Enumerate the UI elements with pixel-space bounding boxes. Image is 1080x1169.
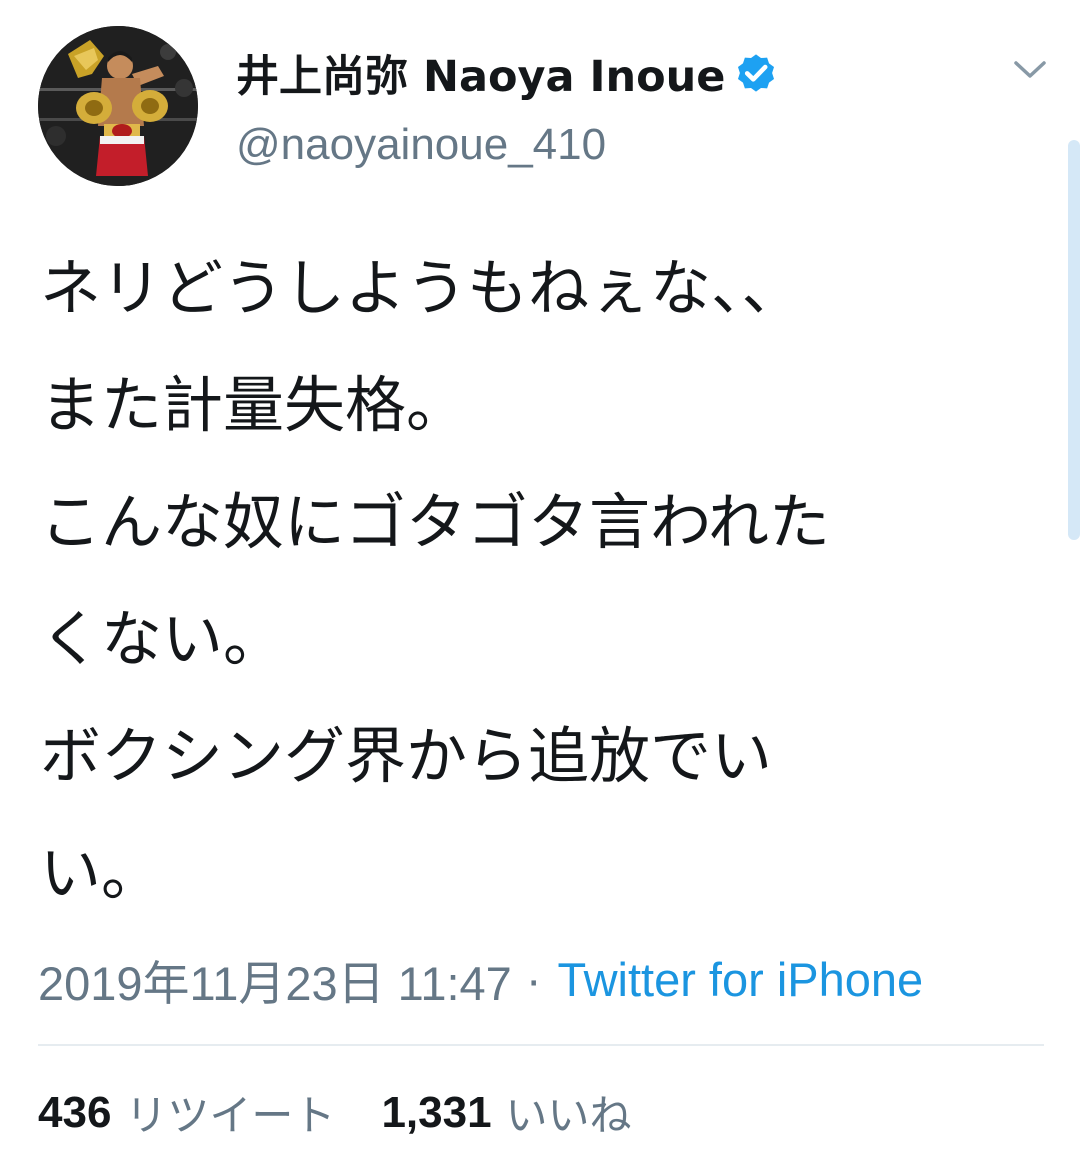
tweet-text-line: くない。 — [40, 604, 285, 675]
tweet-stats: 436 リツイート 1,331 いいね — [38, 1082, 632, 1143]
tweet-text-line: また計量失格。 — [40, 370, 468, 441]
tweet-source-link[interactable]: Twitter for iPhone — [557, 952, 923, 1007]
likes-stat[interactable]: 1,331 いいね — [381, 1082, 631, 1143]
divider — [38, 1044, 1044, 1046]
retweets-stat[interactable]: 436 リツイート — [38, 1082, 335, 1143]
display-name[interactable]: 井上尚弥 Naoya Inoue — [236, 42, 725, 104]
author-handle[interactable]: @naoyainoue_410 — [236, 120, 606, 170]
meta-separator: · — [525, 953, 542, 1006]
likes-count: 1,331 — [381, 1087, 492, 1137]
likes-label: いいね — [505, 1091, 632, 1140]
retweets-count: 436 — [38, 1087, 112, 1137]
scrollbar[interactable] — [1068, 140, 1080, 540]
tweet-meta: 2019年11月23日 11:47 · Twitter for iPhone — [38, 945, 923, 1014]
avatar-image — [38, 26, 198, 186]
tweet: 井上尚弥 Naoya Inoue @naoyainoue_410 ネリどうしよう… — [0, 0, 1080, 1169]
chevron-down-icon[interactable] — [1008, 52, 1052, 88]
author-names: 井上尚弥 Naoya Inoue — [236, 38, 779, 108]
tweet-text-line: ボクシング界から追放でい — [40, 721, 773, 792]
retweets-label: リツイート — [125, 1091, 336, 1140]
avatar[interactable] — [38, 26, 198, 186]
verified-badge-icon — [733, 50, 779, 96]
tweet-text-line: こんな奴にゴタゴタ言われた — [40, 487, 830, 558]
tweet-text-line: い。 — [40, 838, 163, 909]
tweet-text: ネリどうしようもねぇな、、 また計量失格。 こんな奴にゴタゴタ言われた くない。… — [40, 230, 1040, 932]
tweet-timestamp[interactable]: 2019年11月23日 11:47 — [38, 945, 512, 1014]
tweet-text-line: ネリどうしようもねぇな、、 — [40, 253, 803, 324]
